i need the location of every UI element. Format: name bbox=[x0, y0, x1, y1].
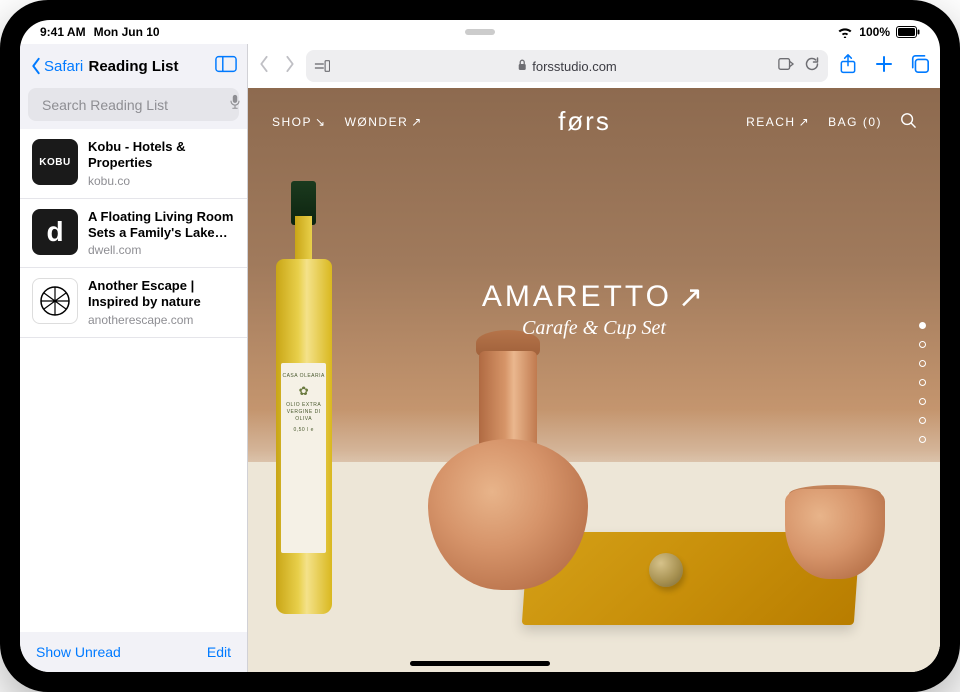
back-button[interactable]: Safari bbox=[30, 57, 83, 75]
item-thumb: d bbox=[32, 209, 78, 255]
sidebar-title: Reading List bbox=[88, 58, 178, 75]
web-page: SHOP ↘ WØNDER ↗ førs REACH ↗ BAG (0) AMA… bbox=[248, 88, 940, 672]
item-domain: dwell.com bbox=[88, 243, 235, 257]
hero-subtitle: Carafe & Cup Set bbox=[482, 317, 706, 340]
item-domain: anotherescape.com bbox=[88, 313, 235, 327]
hero-title: AMARETTO bbox=[482, 280, 672, 314]
slide-dot[interactable] bbox=[919, 417, 926, 424]
wifi-icon bbox=[837, 26, 853, 38]
bottle-size: 0,50 l e bbox=[293, 427, 313, 434]
slide-dot[interactable] bbox=[919, 398, 926, 405]
share-icon[interactable] bbox=[838, 54, 858, 79]
site-logo[interactable]: førs bbox=[558, 106, 611, 137]
slide-dot[interactable] bbox=[919, 379, 926, 386]
screen: 9:41 AM Mon Jun 10 100% Safari bbox=[20, 20, 940, 672]
lock-icon bbox=[517, 59, 527, 74]
item-title: Kobu - Hotels & Properties bbox=[88, 139, 235, 172]
new-tab-icon[interactable] bbox=[874, 54, 894, 79]
list-item[interactable]: KOBU Kobu - Hotels & Properties kobu.co bbox=[20, 129, 247, 199]
dictate-icon[interactable] bbox=[229, 94, 241, 115]
battery-icon bbox=[896, 26, 920, 38]
search-input[interactable] bbox=[42, 97, 223, 113]
slide-dot[interactable] bbox=[919, 360, 926, 367]
hero[interactable]: AMARETTO ↗ Carafe & Cup Set bbox=[482, 280, 706, 340]
content-area: forsstudio.com bbox=[248, 44, 940, 672]
list-item[interactable]: Another Escape | Inspired by nature anot… bbox=[20, 268, 247, 338]
search-field[interactable] bbox=[28, 88, 239, 121]
cup bbox=[785, 489, 885, 579]
url-text: forsstudio.com bbox=[532, 59, 617, 74]
status-bar: 9:41 AM Mon Jun 10 100% bbox=[20, 20, 940, 44]
home-indicator[interactable] bbox=[410, 661, 550, 666]
nav-wonder[interactable]: WØNDER ↗ bbox=[345, 115, 423, 129]
battery-percent: 100% bbox=[859, 25, 890, 39]
item-thumb: KOBU bbox=[32, 139, 78, 185]
edit-button[interactable]: Edit bbox=[207, 644, 231, 660]
list-item[interactable]: d A Floating Living Room Sets a Family's… bbox=[20, 199, 247, 269]
slide-dot[interactable] bbox=[919, 322, 926, 329]
back-label: Safari bbox=[44, 58, 83, 75]
item-title: Another Escape | Inspired by nature bbox=[88, 278, 235, 311]
bottle-text: OLIO EXTRA VERGINE DI OLIVA bbox=[281, 402, 326, 423]
olive-oil-bottle: CASA OLEARIA ✿ OLIO EXTRA VERGINE DI OLI… bbox=[276, 181, 332, 613]
carafe bbox=[428, 330, 588, 590]
browser-toolbar: forsstudio.com bbox=[248, 44, 940, 88]
item-thumb bbox=[32, 278, 78, 324]
show-unread-button[interactable]: Show Unread bbox=[36, 644, 121, 660]
reading-list-sidebar: Safari Reading List KOBU bbox=[20, 44, 248, 672]
multitask-pill[interactable] bbox=[465, 29, 495, 35]
item-domain: kobu.co bbox=[88, 174, 235, 188]
site-nav: SHOP ↘ WØNDER ↗ førs REACH ↗ BAG (0) bbox=[248, 106, 940, 137]
site-search-icon[interactable] bbox=[900, 112, 916, 131]
item-title: A Floating Living Room Sets a Family's L… bbox=[88, 209, 235, 242]
arrow-icon: ↗ bbox=[678, 280, 706, 315]
nav-forward-button[interactable] bbox=[284, 55, 296, 78]
slide-dot[interactable] bbox=[919, 341, 926, 348]
site-settings-icon[interactable] bbox=[314, 59, 330, 73]
slide-indicators bbox=[919, 322, 926, 443]
reload-icon[interactable] bbox=[804, 56, 820, 77]
address-bar[interactable]: forsstudio.com bbox=[306, 50, 828, 82]
reader-icon[interactable] bbox=[778, 56, 794, 77]
nav-reach[interactable]: REACH ↗ bbox=[746, 115, 810, 129]
status-date: Mon Jun 10 bbox=[94, 25, 160, 39]
reading-list: KOBU Kobu - Hotels & Properties kobu.co … bbox=[20, 129, 247, 632]
nav-back-button[interactable] bbox=[258, 55, 270, 78]
ipad-frame: 9:41 AM Mon Jun 10 100% Safari bbox=[0, 0, 960, 692]
nav-shop[interactable]: SHOP ↘ bbox=[272, 115, 327, 129]
nav-bag[interactable]: BAG (0) bbox=[828, 115, 882, 129]
bottle-brand: CASA OLEARIA bbox=[282, 373, 324, 380]
status-time: 9:41 AM bbox=[40, 25, 86, 39]
sidebar-toggle-icon[interactable] bbox=[215, 55, 237, 78]
slide-dot[interactable] bbox=[919, 436, 926, 443]
tabs-icon[interactable] bbox=[910, 54, 930, 79]
